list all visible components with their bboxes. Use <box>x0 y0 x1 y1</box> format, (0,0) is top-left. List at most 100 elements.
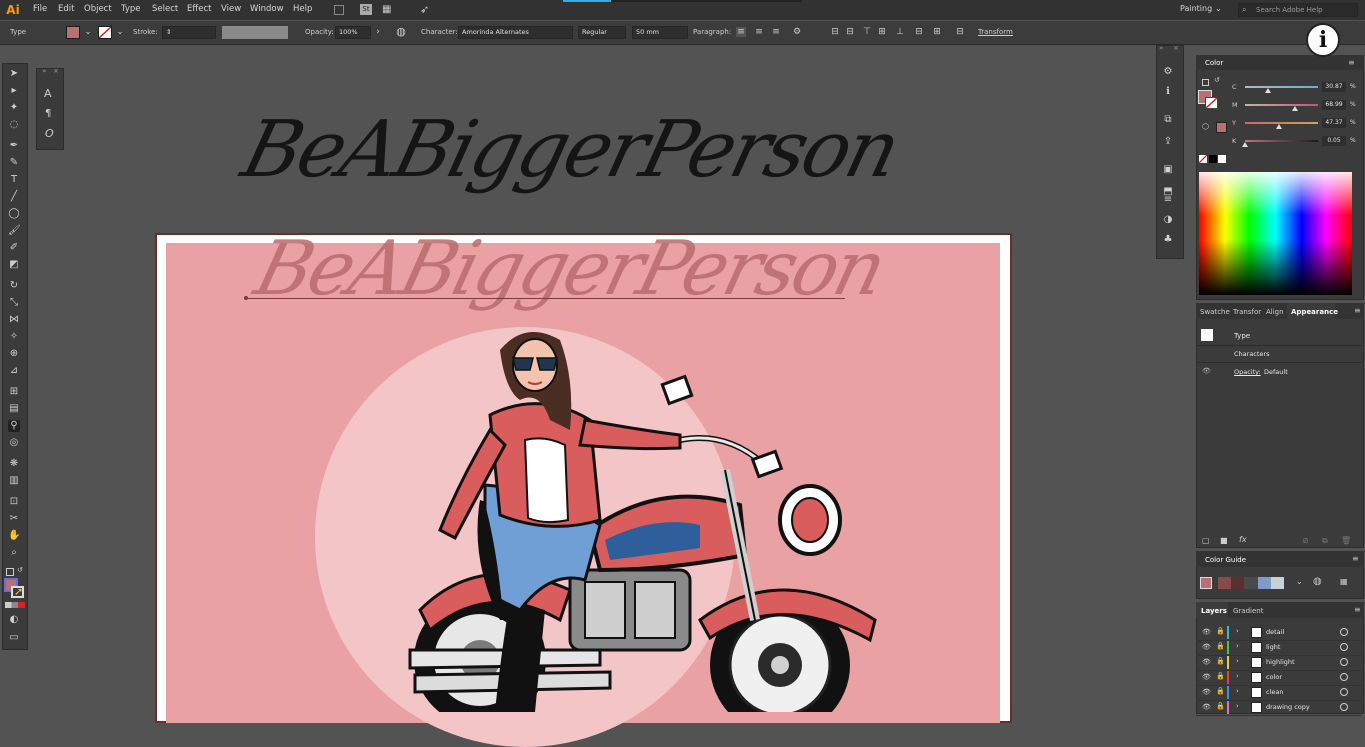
artboard-tool-icon[interactable]: ⊡ <box>8 496 20 508</box>
align-objects-icon-7[interactable]: ⊞ <box>932 27 942 37</box>
layer-target-icon[interactable] <box>1340 658 1348 666</box>
transform-link[interactable]: Transform <box>978 28 1013 36</box>
zoom-tool-icon[interactable]: ⌕ <box>8 547 20 559</box>
slider-m-value[interactable]: 68.99 <box>1322 100 1346 110</box>
pathfinder-icon[interactable]: ⧉ <box>1162 114 1174 126</box>
layer-name[interactable]: color <box>1266 673 1282 681</box>
recolor-icon[interactable]: ◍ <box>396 26 406 37</box>
align-objects-icon-5[interactable]: ⊥ <box>895 27 905 37</box>
image-trace-icon[interactable]: ▣ <box>1162 164 1174 176</box>
none-swatch[interactable] <box>1199 155 1207 163</box>
stroke-panel-icon[interactable]: ≡ <box>1162 194 1174 206</box>
align-objects-icon-3[interactable]: ⊤ <box>862 27 872 37</box>
color-guide-title[interactable]: Color Guide <box>1205 556 1246 564</box>
layer-expand-icon[interactable]: › <box>1236 657 1239 665</box>
width-tool-icon[interactable]: ⋈ <box>8 314 20 326</box>
line-tool-icon[interactable]: ╱ <box>8 191 20 203</box>
layer-visibility-icon[interactable]: 👁 <box>1202 673 1211 681</box>
stroke-none-swatch[interactable] <box>98 26 112 39</box>
direct-selection-tool-icon[interactable]: ▸ <box>8 85 20 97</box>
layer-target-icon[interactable] <box>1340 673 1348 681</box>
paragraph-label[interactable]: Paragraph: <box>693 28 731 36</box>
color-panel-title[interactable]: Color <box>1205 59 1223 67</box>
layer-expand-icon[interactable]: › <box>1236 687 1239 695</box>
delete-item-icon[interactable]: 🗑 <box>1341 536 1351 545</box>
layer-row[interactable]: 👁 🔒 › clean <box>1196 685 1362 701</box>
panel-collapse-icon[interactable]: » <box>42 67 46 75</box>
color-swap-icon[interactable]: ↺ <box>1214 76 1220 84</box>
color-guide-base-swatch[interactable] <box>1200 577 1212 589</box>
layer-lock-icon[interactable]: 🔒 <box>1216 702 1225 710</box>
layer-target-icon[interactable] <box>1340 628 1348 636</box>
character-label[interactable]: Character: <box>421 28 458 36</box>
align-left-icon[interactable]: ≡ <box>736 27 746 37</box>
symbol-sprayer-tool-icon[interactable]: ❋ <box>8 458 20 470</box>
tab-gradient[interactable]: Gradient <box>1233 607 1263 615</box>
align-objects-icon-2[interactable]: ⊟ <box>845 27 855 37</box>
default-colors-icon[interactable] <box>6 568 14 576</box>
tab-appearance[interactable]: Appearance <box>1291 308 1338 316</box>
layers-menu-icon[interactable]: ≡ <box>1354 605 1361 614</box>
color-guide-swatch[interactable] <box>1218 577 1232 589</box>
add-new-stroke-icon[interactable]: ▢ <box>1202 536 1210 545</box>
align-objects-icon-4[interactable]: ⊞ <box>877 27 887 37</box>
scale-tool-icon[interactable]: ⤡ <box>8 297 20 309</box>
layer-name[interactable]: drawing copy <box>1266 703 1310 711</box>
font-family-field[interactable]: Amorinda Alternates <box>458 26 573 39</box>
stroke-dropdown-icon[interactable]: ⌄ <box>115 27 125 37</box>
ellipse-tool-icon[interactable]: ◯ <box>8 208 20 220</box>
align-objects-icon-6[interactable]: ⊟ <box>914 27 924 37</box>
layer-visibility-icon[interactable]: 👁 <box>1202 658 1211 666</box>
slider-k-value[interactable]: 0.05 <box>1322 136 1346 146</box>
slider-m-track[interactable] <box>1245 104 1318 106</box>
arrange-documents-icon[interactable]: ▦ <box>382 4 391 15</box>
color-guide-swatch[interactable] <box>1257 577 1271 589</box>
search-box[interactable]: ⌕ Search Adobe Help <box>1238 3 1358 17</box>
slider-m-thumb[interactable] <box>1292 106 1299 111</box>
panel-close-icon[interactable]: × <box>53 67 59 75</box>
color-mode-icons[interactable] <box>5 602 25 608</box>
slider-c-track[interactable] <box>1245 86 1318 88</box>
layer-name[interactable]: light <box>1266 643 1280 651</box>
web-safe-swatch[interactable] <box>1216 122 1227 133</box>
save-color-group-icon[interactable]: ▦ <box>1340 577 1348 586</box>
gradient-tool-icon[interactable]: ▤ <box>8 403 20 415</box>
text-anchor-point[interactable] <box>244 296 248 300</box>
gpu-performance-icon[interactable]: ➶ <box>420 3 429 16</box>
column-graph-tool-icon[interactable]: ▥ <box>8 475 20 487</box>
properties-icon[interactable]: ⚙ <box>1162 66 1174 78</box>
heading-text-main[interactable]: BeABiggerPerson <box>234 105 906 195</box>
slider-k-thumb[interactable] <box>1242 142 1248 147</box>
align-objects-icon-1[interactable]: ⊟ <box>830 27 840 37</box>
out-of-gamut-icon[interactable]: ⬡ <box>1202 122 1209 131</box>
layer-expand-icon[interactable]: › <box>1236 672 1239 680</box>
edit-colors-icon[interactable]: ◍ <box>1313 576 1322 587</box>
bridge-icon[interactable] <box>334 5 344 15</box>
opentype-panel-icon[interactable]: O <box>45 127 54 140</box>
eraser-tool-icon[interactable]: ◩ <box>8 259 20 271</box>
color-spectrum[interactable] <box>1199 172 1352 295</box>
layer-expand-icon[interactable]: › <box>1236 642 1239 650</box>
fill-color-swatch[interactable] <box>66 26 80 39</box>
layer-lock-icon[interactable]: 🔒 <box>1216 672 1225 680</box>
transparency-icon[interactable]: ◑ <box>1162 214 1174 226</box>
opacity-visibility-eye-icon[interactable]: 👁 <box>1202 367 1211 375</box>
layer-visibility-icon[interactable]: 👁 <box>1202 688 1211 696</box>
graphic-styles-icon[interactable]: ⚙ <box>792 27 802 37</box>
opacity-field[interactable]: 100% <box>335 26 371 39</box>
layer-row[interactable]: 👁 🔒 › light <box>1196 640 1362 656</box>
opacity-arrow-icon[interactable]: › <box>373 27 383 37</box>
color-panel-menu-icon[interactable]: ≡ <box>1348 58 1355 67</box>
blob-brush-tool-icon[interactable]: ✐ <box>8 242 20 254</box>
layer-target-icon[interactable] <box>1340 643 1348 651</box>
layer-row[interactable]: 👁 🔒 › detail <box>1196 625 1362 641</box>
menu-select[interactable]: Select <box>152 4 178 14</box>
appearance-menu-icon[interactable]: ≡ <box>1354 306 1361 315</box>
shape-builder-tool-icon[interactable]: ⊕ <box>8 348 20 360</box>
layer-name[interactable]: clean <box>1266 688 1283 696</box>
dock-close-icon[interactable]: × <box>1173 44 1179 52</box>
white-swatch[interactable] <box>1218 155 1226 163</box>
menu-object[interactable]: Object <box>84 4 112 14</box>
align-center-icon[interactable]: ≡ <box>754 27 764 37</box>
motorcycle-illustration[interactable] <box>400 320 880 712</box>
